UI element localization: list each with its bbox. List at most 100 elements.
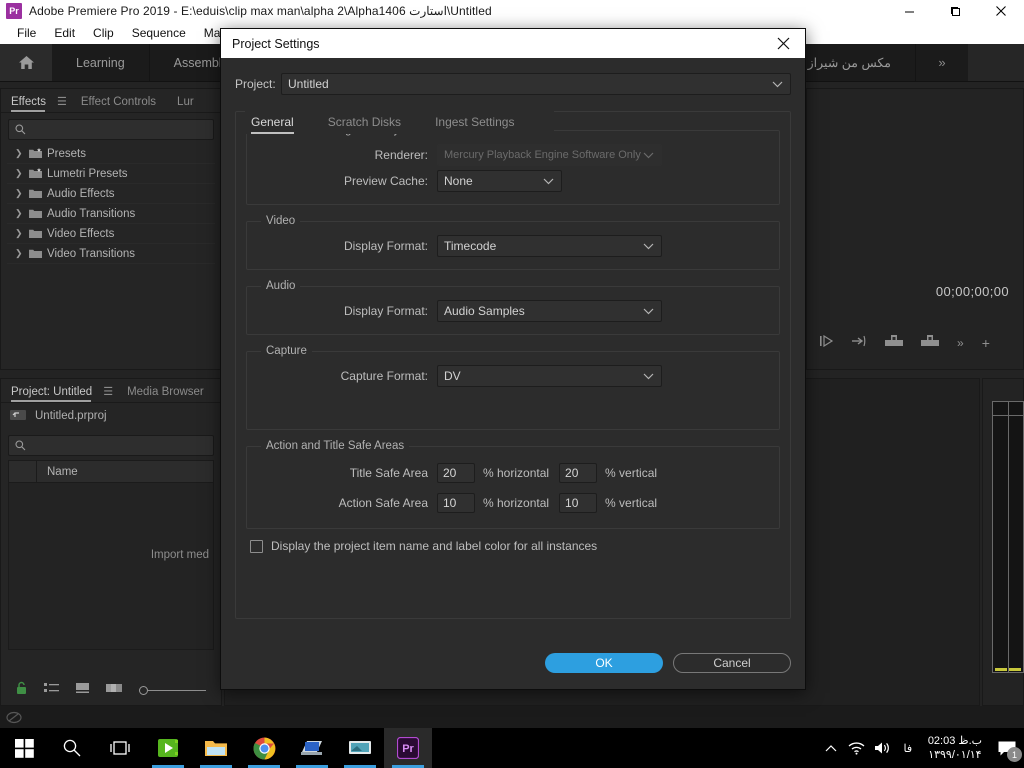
tab-ingest-settings[interactable]: Ingest Settings	[435, 115, 514, 134]
project-select[interactable]: Untitled	[281, 73, 791, 95]
chevron-right-icon[interactable]: ❯	[15, 228, 29, 239]
zoom-slider-knob[interactable]	[139, 685, 148, 695]
tab-media-browser[interactable]: Media Browser	[127, 386, 209, 402]
tab-effects[interactable]: Effects	[11, 96, 51, 112]
creative-cloud-icon	[6, 711, 22, 724]
lift-icon[interactable]	[885, 334, 903, 352]
home-icon[interactable]	[0, 44, 52, 81]
video-display-format-select[interactable]: Timecode	[437, 235, 662, 257]
tree-item-presets[interactable]: ❯ Presets	[7, 144, 215, 164]
more-icon[interactable]: »	[957, 336, 964, 350]
video-display-format-value: Timecode	[444, 239, 497, 253]
taskbar-clock[interactable]: 02:03 ب.ظ ۱۳۹۹/۰۱/۱۴	[920, 728, 990, 768]
notification-icon[interactable]: 1	[990, 728, 1024, 768]
go-to-next-edit-icon[interactable]	[852, 334, 867, 352]
project-file-icon	[9, 408, 27, 425]
project-search-input[interactable]	[32, 439, 202, 452]
close-icon[interactable]	[761, 29, 805, 58]
zoom-slider-track[interactable]	[148, 689, 206, 691]
tree-item-video-transitions[interactable]: ❯ Video Transitions	[7, 244, 215, 264]
effects-search-input[interactable]	[32, 123, 202, 136]
tab-project[interactable]: Project: Untitled	[11, 386, 97, 402]
play-in-to-out-icon[interactable]	[819, 334, 834, 352]
chevron-right-icon[interactable]: ❯	[15, 208, 29, 219]
chevron-right-icon[interactable]: ❯	[15, 148, 29, 159]
freeform-view-icon[interactable]	[106, 681, 123, 699]
preview-cache-value: None	[444, 174, 473, 188]
taskbar-app-chrome[interactable]	[240, 728, 288, 768]
hamburger-icon[interactable]: ☰	[57, 95, 67, 108]
tree-item-video-effects[interactable]: ❯ Video Effects	[7, 224, 215, 244]
preview-cache-select[interactable]: None	[437, 170, 562, 192]
show-hidden-icon[interactable]	[818, 728, 844, 768]
windows-taskbar: Pr فا 02:03 ب.ظ ۱۳۹۹/۰۱/۱۴ 1	[0, 728, 1024, 768]
project-search-box[interactable]	[8, 435, 214, 456]
effects-search-box[interactable]	[8, 119, 214, 140]
capture-format-select[interactable]: DV	[437, 365, 662, 387]
icon-view-icon[interactable]	[75, 681, 90, 699]
menu-edit[interactable]: Edit	[45, 22, 84, 44]
add-icon[interactable]: +	[982, 335, 990, 351]
menu-sequence[interactable]: Sequence	[123, 22, 195, 44]
tree-item-label: Video Effects	[47, 227, 115, 240]
start-button[interactable]	[0, 728, 48, 768]
tab-effect-controls[interactable]: Effect Controls	[81, 96, 161, 112]
group-safe-areas-legend: Action and Title Safe Areas	[266, 440, 405, 452]
clock-time: 02:03 ب.ظ	[927, 735, 982, 747]
list-view-icon[interactable]	[44, 681, 59, 699]
extract-icon[interactable]	[921, 334, 939, 352]
taskbar-app-media1[interactable]	[288, 728, 336, 768]
audio-display-format-select[interactable]: Audio Samples	[437, 300, 662, 322]
menu-clip[interactable]: Clip	[84, 22, 123, 44]
action-safe-horizontal-input[interactable]	[437, 493, 475, 513]
green-film-icon	[158, 739, 178, 757]
close-icon[interactable]	[978, 0, 1024, 22]
tab-general[interactable]: General	[251, 115, 294, 134]
display-item-name-row[interactable]: Display the project item name and label …	[246, 539, 780, 553]
program-timecode[interactable]: 00;00;00;00	[936, 284, 1009, 299]
audio-display-format-label: Display Format:	[343, 304, 428, 318]
volume-icon[interactable]	[870, 728, 896, 768]
taskbar-app-media2[interactable]	[336, 728, 384, 768]
tree-item-audio-transitions[interactable]: ❯ Audio Transitions	[7, 204, 215, 224]
window-controls	[886, 0, 1024, 22]
lock-icon[interactable]	[15, 681, 28, 700]
minimize-icon[interactable]	[886, 0, 932, 22]
title-safe-vertical-input[interactable]	[559, 463, 598, 483]
search-icon	[63, 739, 81, 757]
title-safe-horizontal-input[interactable]	[437, 463, 475, 483]
taskbar-app-editor[interactable]	[144, 728, 192, 768]
audio-display-format-value: Audio Samples	[444, 304, 525, 318]
tree-item-lumetri-presets[interactable]: ❯ Lumetri Presets	[7, 164, 215, 184]
tab-scratch-disks[interactable]: Scratch Disks	[328, 115, 401, 134]
premiere-pro-icon: Pr	[6, 3, 22, 19]
zoom-slider[interactable]	[139, 685, 206, 695]
project-select-value: Untitled	[288, 77, 329, 91]
chevron-right-icon[interactable]: ❯	[15, 248, 29, 259]
chevron-right-icon[interactable]: ❯	[15, 168, 29, 179]
ok-button[interactable]: OK	[545, 653, 663, 673]
maximize-icon[interactable]	[932, 0, 978, 22]
taskbar-app-explorer[interactable]	[192, 728, 240, 768]
display-item-name-checkbox[interactable]	[250, 539, 263, 553]
tab-general-label: General	[251, 115, 294, 129]
renderer-label: Renderer:	[374, 148, 428, 162]
effects-panel: Effects ☰ Effect Controls Lur ❯ Presets …	[0, 88, 222, 370]
tree-item-audio-effects[interactable]: ❯ Audio Effects	[7, 184, 215, 204]
menu-file[interactable]: File	[8, 22, 45, 44]
wifi-icon[interactable]	[844, 728, 870, 768]
hamburger-icon[interactable]: ☰	[103, 385, 113, 398]
task-view-button[interactable]	[96, 728, 144, 768]
tab-lumetri[interactable]: Lur	[177, 96, 199, 112]
dialog-button-row: OK Cancel	[221, 653, 805, 673]
workspace-tab-learning[interactable]: Learning	[52, 44, 150, 81]
taskbar-app-premiere[interactable]: Pr	[384, 728, 432, 768]
action-safe-vertical-input[interactable]	[559, 493, 598, 513]
language-indicator[interactable]: فا	[896, 728, 920, 768]
cancel-button[interactable]: Cancel	[673, 653, 791, 673]
group-audio: Audio Display Format: Audio Samples	[246, 280, 780, 335]
search-button[interactable]	[48, 728, 96, 768]
chevron-right-icon[interactable]: ❯	[15, 188, 29, 199]
notification-count: 1	[1007, 747, 1022, 762]
workspace-overflow-icon[interactable]: »	[916, 44, 968, 81]
